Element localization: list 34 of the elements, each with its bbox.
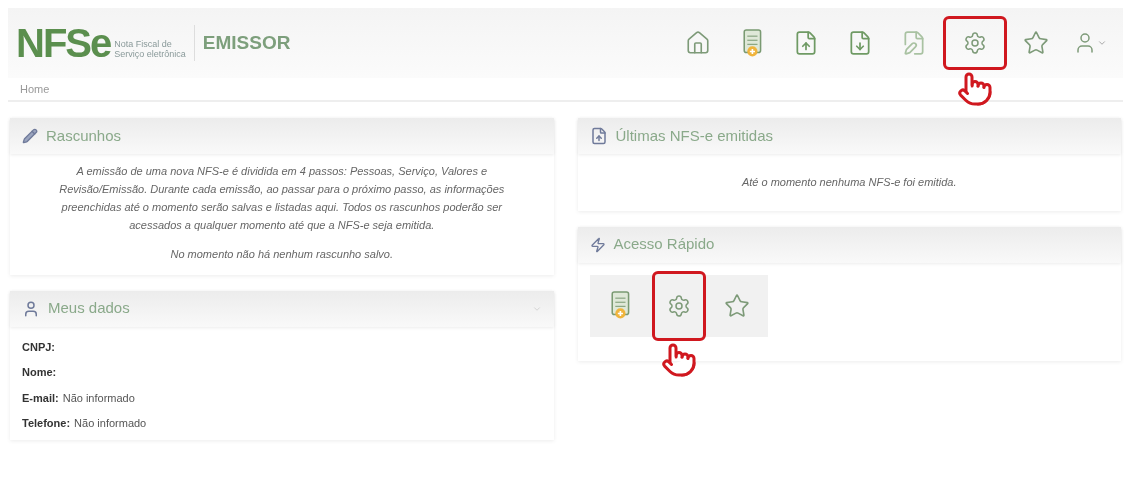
logo-tagline: Serviço eletrônica: [114, 49, 186, 59]
settings-icon: [963, 31, 987, 55]
field-label: Telefone:: [22, 416, 71, 431]
field-label: Nome:: [22, 365, 57, 380]
document-upload-icon: [589, 127, 608, 145]
settings-icon: [666, 293, 691, 318]
logo-mark: NFSe: [16, 23, 111, 63]
empty-message: No momento não há nenhum rascunho salvo.: [169, 247, 395, 262]
field-label: E-mail:: [22, 390, 59, 406]
field-value: Não informado: [74, 416, 147, 431]
field-value: Não informado: [62, 390, 135, 406]
home-icon: [685, 30, 711, 56]
star-icon: [723, 292, 750, 319]
pencil-icon: [22, 128, 38, 144]
panel-title: Últimas NFS-e emitidas: [615, 125, 774, 146]
pointer-hand-icon: [957, 71, 993, 107]
caret-icon: [1097, 38, 1107, 48]
breadcrumb-link[interactable]: Home: [20, 80, 50, 98]
star-icon: [1023, 30, 1049, 56]
panel-title: Meus dados: [48, 298, 130, 319]
new-document-icon: [741, 28, 763, 58]
drafts-description: A emissão de uma nova NFS-e é dividida em 4 passos: Pessoas, Serviço, Valores e Revisão/Emissão. Durante cada emissão, ao passar para o próximo passo, as informações preenchidas até o momento serão salvas e listadas aqui. Todos os rascunhos poderão ser acessados a qualquer momento até que a NFS-e seja emitida.: [58, 164, 506, 233]
empty-message: Até o momento nenhuma NFS-e foi emitida.: [740, 175, 958, 190]
lightning-icon: [589, 236, 606, 253]
panel-title: Acesso Rápido: [613, 234, 715, 255]
user-icon: [22, 299, 40, 318]
app-name: EMISSOR: [202, 30, 291, 55]
document-download-icon: [847, 30, 873, 56]
logo-tagline: Nota Fiscal de: [114, 39, 173, 49]
panel-title: Rascunhos: [46, 125, 122, 146]
document-upload-icon: [793, 30, 819, 56]
new-document-icon: [610, 291, 631, 320]
field-label: CNPJ:: [22, 339, 55, 355]
document-edit-icon: [901, 30, 927, 56]
